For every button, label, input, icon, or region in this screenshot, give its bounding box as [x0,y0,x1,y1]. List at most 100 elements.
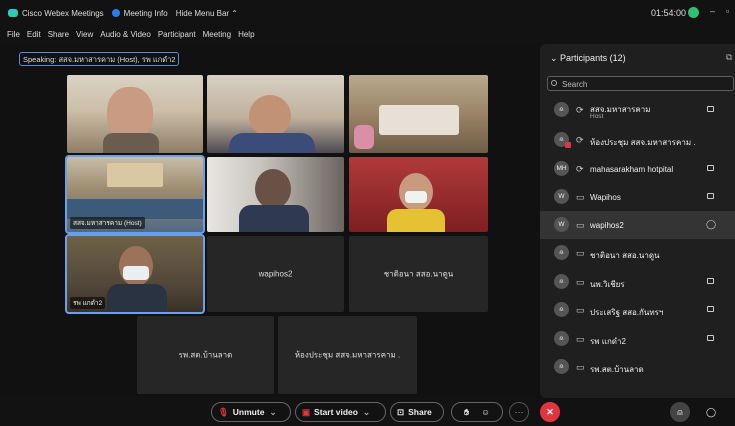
menu-help[interactable]: Help [238,30,254,39]
meeting-timer: 01:54:00 [651,8,687,18]
participant-row[interactable]: W ▭ Wapihos [540,183,735,211]
user-avatar-icon: ⍝ [554,102,569,117]
user-avatar-icon: ⍝ [554,274,569,289]
participants-toggle-button[interactable]: ⍝ [670,402,690,422]
participant-row[interactable]: ⍝ ▭ รพ แกดำ2 [540,325,735,353]
participant-row[interactable]: ⍝ ▭ ชาติอนา สสอ.นาดูน [540,239,735,267]
menu-meeting[interactable]: Meeting [203,30,231,39]
video-tile[interactable] [67,75,203,153]
participant-name: ชาติอนา สสอ.นาดูน [590,251,660,260]
sync-icon: ⟳ [576,135,584,145]
tile-name-label: ห้องประชุม สสจ.มหาสารคาม . [294,350,401,360]
participant-name: รพ แกดำ2 [590,337,626,346]
computer-icon: ▭ [576,248,585,258]
more-options-button[interactable]: ··· [509,402,529,422]
user-avatar-icon: ⍝ [554,245,569,260]
participant-name: นพ.วิเชียร [590,280,625,289]
menu-audio-video[interactable]: Audio & Video [100,30,151,39]
emoji-icon[interactable]: ☺ [481,407,490,417]
title-bar: Cisco Webex Meetings Meeting Info Hide M… [0,0,735,26]
menu-participant[interactable]: Participant [158,30,196,39]
search-placeholder: Search [562,80,588,89]
chevron-down-icon[interactable]: ⌄ [269,407,276,418]
info-icon [111,9,120,17]
start-video-button[interactable]: ▣ Start video ⌄ [295,402,386,422]
participants-panel-title[interactable]: ⌄ Participants (12) [550,53,626,64]
popout-icon[interactable]: ⧉ [726,52,732,63]
participant-shirt [229,133,315,153]
hide-menu-bar-button[interactable]: Hide Menu Bar ⌃ [176,9,238,18]
video-tile[interactable] [349,157,488,232]
computer-icon: ▭ [576,362,585,372]
unmute-button[interactable]: 🎙︎ Unmute ⌄ [211,402,291,422]
menu-share[interactable]: Share [48,30,69,39]
participant-row[interactable]: ⍝ ⟳ สสจ.มหาสารคาม Host [540,96,735,124]
video-tile-active-speaker[interactable]: รพ แกดำ2 [65,234,205,314]
participant-row[interactable]: MH ⟳ mahasarakham hotpital [540,155,735,183]
menu-view[interactable]: View [76,30,93,39]
tile-name-label: ชาติอนา สสอ.นาดูน [383,269,454,279]
participant-row[interactable]: ⍝ ⟳ ห้องประชุม สสจ.มหาสารคาม . [540,126,735,154]
computer-icon: ▭ [576,192,585,202]
camera-icon[interactable] [707,165,714,171]
maximize-button[interactable]: ▫ [726,6,729,16]
participant-row[interactable]: ⍝ ▭ นพ.วิเชียร [540,268,735,296]
camera-icon[interactable] [707,335,714,341]
video-tile[interactable] [207,157,344,232]
unmute-label: Unmute [232,407,265,417]
video-tile[interactable] [349,75,488,153]
camera-icon[interactable] [707,106,714,112]
microphone-muted-icon: 🎙︎ [218,406,229,417]
participant-shirt [107,284,167,312]
meeting-info-button[interactable]: Meeting Info [111,8,168,18]
participant-row-selected[interactable]: W ▭ wapihos2 ◯ [540,211,735,239]
menu-file[interactable]: File [7,30,20,39]
webex-logo-icon [8,9,18,17]
video-tile-no-video[interactable]: wapihos2 [207,236,344,312]
menu-edit[interactable]: Edit [27,30,41,39]
sync-icon: ⟳ [576,105,584,115]
face-mask [405,191,427,203]
sync-icon: ⟳ [576,164,584,174]
video-tile-no-video[interactable]: ชาติอนา สสอ.นาดูน [349,236,488,312]
hand-icon[interactable]: ✋︎ [464,407,469,418]
muted-badge-icon [565,142,571,148]
camera-icon[interactable] [707,306,714,312]
initials-avatar: W [554,189,569,204]
meeting-info-label: Meeting Info [123,8,168,18]
user-avatar-icon: ⍝ [554,359,569,374]
chat-button[interactable]: ◯ [701,402,721,422]
computer-icon: ▭ [576,220,585,230]
participant-name: ห้องประชุม สสจ.มหาสารคาม . [590,138,696,147]
participant-name: wapihos2 [590,221,624,230]
tile-name-label: รพ.สต.บ้านลาด [178,350,233,360]
app-title: Cisco Webex Meetings [8,9,104,18]
participants-search-input[interactable]: Search [547,76,734,91]
camera-icon[interactable] [707,278,714,284]
video-tile-no-video[interactable]: รพ.สต.บ้านลาด [137,316,274,394]
participant-face [255,169,291,209]
video-tile-host[interactable]: สสจ.มหาสารคาม (Host) [65,155,205,234]
leave-meeting-button[interactable]: ✕ [540,402,560,422]
participant-row[interactable]: ⍝ ▭ ประเสริฐ สสอ.กันทรฯ [540,296,735,324]
chevron-down-icon[interactable]: ⌄ [363,407,370,418]
meeting-controls-bar: 🎙︎ Unmute ⌄ ▣ Start video ⌄ ⊡ Share ✋︎ ☺… [0,398,735,426]
computer-icon: ▭ [576,277,585,287]
minimize-button[interactable]: – [710,6,715,16]
camera-icon[interactable] [707,193,714,199]
reactions-group: ✋︎ ☺ [451,402,503,422]
participants-count-label: Participants (12) [560,53,626,63]
chat-icon[interactable]: ◯ [706,219,716,230]
user-avatar-icon: ⍝ [554,331,569,346]
participant-name: ประเสริฐ สสอ.กันทรฯ [590,308,664,317]
video-tile[interactable] [207,75,344,153]
tile-name-label: รพ แกดำ2 [70,297,106,309]
face-mask [123,266,149,280]
connection-status-icon [688,7,699,18]
app-name: Cisco Webex Meetings [22,8,104,18]
participants-panel: ⌄ Participants (12) ⧉ Search ⍝ ⟳ สสจ.มหา… [540,44,735,398]
share-button[interactable]: ⊡ Share [390,402,444,422]
participant-row[interactable]: ⍝ ▭ รพ.สต.บ้านลาด [540,353,735,381]
video-tile-no-video[interactable]: ห้องประชุม สสจ.มหาสารคาม . [278,316,417,394]
participant-role: Host [590,113,604,120]
